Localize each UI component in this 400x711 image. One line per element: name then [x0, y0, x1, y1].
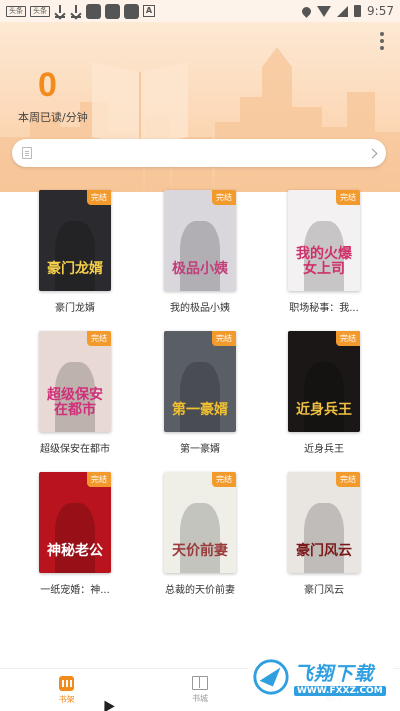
book-title: 我的极品小姨 [170, 303, 230, 314]
book-cover[interactable]: 神秘老公 完结 [39, 472, 111, 573]
cover-figure [55, 503, 95, 573]
book-cover[interactable]: 豪门风云 完结 [288, 472, 360, 573]
completed-badge: 完结 [212, 472, 236, 487]
book-item[interactable]: 神秘老公 完结一纸宠婚：神... [20, 472, 130, 596]
completed-badge: 完结 [87, 190, 111, 205]
completed-badge: 完结 [336, 331, 360, 346]
cover-figure [55, 221, 95, 291]
book-cover[interactable]: 近身兵王 完结 [288, 331, 360, 432]
signal-icon [337, 5, 349, 17]
cover-title: 超级保安在都市 [47, 387, 103, 418]
completed-badge: 完结 [336, 190, 360, 205]
clock: 9:57 [367, 4, 394, 18]
book-item[interactable]: 超级保安在都市 完结超级保安在都市 [20, 331, 130, 455]
download-icon [70, 4, 82, 18]
cover-title: 豪门龙婿 [47, 261, 103, 277]
weekly-read-minutes: 0 [38, 66, 57, 104]
completed-badge: 完结 [87, 472, 111, 487]
book-title: 豪门风云 [304, 585, 344, 596]
book-item[interactable]: 极品小姨 完结我的极品小姨 [145, 190, 255, 314]
status-bar: 头条 头条 A 9:57 [0, 0, 400, 22]
cover-figure [180, 503, 220, 573]
nav-bookstore[interactable]: 书城 [133, 669, 266, 711]
book-title: 豪门龙婿 [55, 303, 95, 314]
cover-title: 神秘老公 [47, 543, 103, 559]
search-bar[interactable] [12, 139, 386, 167]
cover-title: 天价前妻 [172, 543, 228, 559]
completed-badge: 完结 [212, 190, 236, 205]
bookshelf-icon [59, 675, 75, 691]
cover-title: 极品小姨 [172, 261, 228, 277]
toutiao-notification-icon: 头条 [30, 5, 50, 17]
site-watermark: 飞翔下载 WWW.FXXZ.COM [248, 652, 394, 702]
book-title: 近身兵王 [304, 444, 344, 455]
book-cover[interactable]: 极品小姨 完结 [164, 190, 236, 291]
location-icon [300, 4, 313, 18]
a-notification-icon: A [143, 5, 155, 17]
book-cover[interactable]: 天价前妻 完结 [164, 472, 236, 573]
cover-figure [304, 503, 344, 573]
wifi-icon [317, 5, 332, 17]
nav-bookstore-label: 书城 [191, 694, 208, 703]
book-title: 第一豪婿 [180, 444, 220, 455]
more-options-icon[interactable] [380, 32, 384, 50]
toutiao-notification-icon: 头条 [6, 5, 26, 17]
cover-title: 我的火爆女上司 [296, 246, 352, 277]
watermark-logo-icon [253, 659, 289, 695]
book-title: 职场秘事：我... [289, 303, 359, 314]
book-item[interactable]: 我的火爆女上司 完结职场秘事：我... [269, 190, 379, 314]
book-item[interactable]: 天价前妻 完结总裁的天价前妻 [145, 472, 255, 596]
book-title: 超级保安在都市 [40, 444, 110, 455]
book-item[interactable]: 近身兵王 完结近身兵王 [269, 331, 379, 455]
nav-bookshelf-label: 书架 [58, 694, 75, 704]
book-item[interactable]: 豪门龙婿 完结豪门龙婿 [20, 190, 130, 314]
book-item[interactable]: 豪门风云 完结豪门风云 [269, 472, 379, 596]
download-icon [54, 4, 66, 18]
completed-badge: 完结 [212, 331, 236, 346]
cover-title: 近身兵王 [296, 402, 352, 418]
cover-figure [180, 362, 220, 432]
book-cover[interactable]: 豪门龙婿 完结 [39, 190, 111, 291]
app-notification-icon [86, 3, 101, 19]
app-notification-icon [124, 3, 139, 19]
completed-badge: 完结 [87, 331, 111, 346]
watermark-title: 飞翔下载 [294, 662, 375, 685]
book-cover[interactable]: 第一豪婿 完结 [164, 331, 236, 432]
book-item[interactable]: 第一豪婿 完结第一豪婿 [145, 331, 255, 455]
weekly-read-label: 本周已读/分钟 [18, 111, 88, 124]
chevron-right-icon [367, 148, 378, 158]
book-cover[interactable]: 超级保安在都市 完结 [39, 331, 111, 432]
completed-badge: 完结 [336, 472, 360, 487]
cover-figure [180, 221, 220, 291]
book-cover[interactable]: 我的火爆女上司 完结 [288, 190, 360, 291]
battery-icon [354, 5, 362, 17]
cover-title: 第一豪婿 [172, 402, 228, 418]
cover-title: 豪门风云 [296, 543, 352, 559]
cover-figure [304, 362, 344, 432]
book-title: 总裁的天价前妻 [165, 585, 235, 596]
document-icon [22, 147, 32, 159]
open-book-icon [191, 676, 208, 690]
watermark-url: WWW.FXXZ.COM [294, 685, 386, 696]
book-title: 一纸宠婚：神... [40, 585, 110, 596]
app-notification-icon [105, 3, 120, 19]
